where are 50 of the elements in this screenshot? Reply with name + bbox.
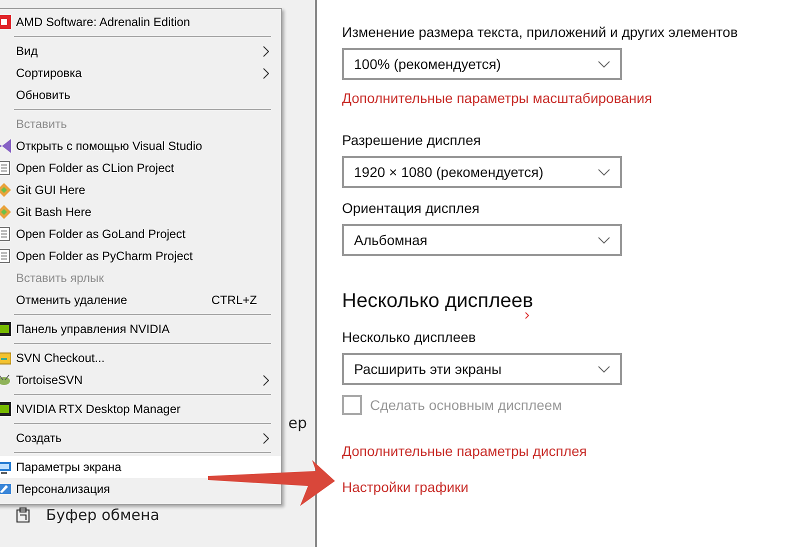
dropdown[interactable]: Расширить эти экраны: [342, 353, 622, 385]
menu-item[interactable]: Open Folder as PyCharm Project: [0, 245, 281, 267]
menu-item[interactable]: Open Folder as CLion Project: [0, 157, 281, 179]
monitor-icon: [0, 460, 11, 474]
menu-item[interactable]: Персонализация: [0, 478, 281, 500]
field-label: Изменение размера текста, приложений и других элементов: [342, 24, 739, 40]
clipboard-icon: [16, 507, 30, 523]
monitor-icon: [0, 482, 11, 496]
chevron-right-icon: [525, 312, 530, 319]
ribbon-icon: [0, 139, 11, 153]
settings-link[interactable]: Настройки графики: [342, 479, 468, 495]
menu-item[interactable]: Git Bash Here: [0, 201, 281, 223]
field-label: Ориентация дисплея: [342, 200, 480, 216]
menu-item[interactable]: SVN Checkout...: [0, 347, 281, 369]
diamond-icon: [0, 205, 11, 219]
settings-link[interactable]: Дополнительные параметры масштабирования: [342, 90, 652, 106]
document-icon: [0, 161, 10, 175]
diamond-icon: [0, 183, 11, 197]
sidebar-item[interactable]: Буфер обмена: [16, 506, 315, 524]
dropdown[interactable]: Альбомная: [342, 224, 622, 256]
menu-item[interactable]: Создать: [0, 427, 281, 449]
menu-item[interactable]: Обновить: [0, 84, 281, 106]
sidebar-item[interactable]: ер: [288, 414, 307, 432]
section-heading: Несколько дисплеев: [342, 290, 534, 313]
menu-item[interactable]: AMD Software: Adrenalin Edition: [0, 11, 281, 33]
chevron-down-icon: [598, 168, 610, 176]
chevron-down-icon: [598, 236, 610, 244]
dropdown[interactable]: 1920 × 1080 (рекомендуется): [342, 156, 622, 188]
field-label: Несколько дисплеев: [342, 329, 477, 345]
dropdown[interactable]: 100% (рекомендуется): [342, 48, 622, 80]
menu-item[interactable]: Панель управления NVIDIA: [0, 318, 281, 340]
square-icon: [0, 322, 11, 336]
menu-item[interactable]: Открыть с помощью Visual Studio: [0, 135, 281, 157]
chevron-down-icon: [598, 366, 610, 372]
menu-item[interactable]: Сортировка: [0, 62, 281, 84]
chevron-down-icon: [598, 60, 610, 68]
menu-item[interactable]: Параметры экрана: [0, 456, 281, 478]
menu-item[interactable]: NVIDIA RTX Desktop Manager: [0, 398, 281, 420]
square-icon: [0, 402, 11, 416]
folder-icon: [0, 351, 11, 365]
document-icon: [0, 249, 10, 263]
menu-item[interactable]: Отменить удаление CTRL+Z: [0, 289, 281, 311]
menu-item[interactable]: Вид: [0, 40, 281, 62]
document-icon: [0, 227, 10, 241]
settings-link[interactable]: Дополнительные параметры дисплея: [342, 443, 587, 459]
menu-item[interactable]: Git GUI Here: [0, 179, 281, 201]
menu-item[interactable]: TortoiseSVN: [0, 369, 281, 391]
field-label: Разрешение дисплея: [342, 132, 482, 148]
menu-item[interactable]: Open Folder as GoLand Project: [0, 223, 281, 245]
checkbox-label: Сделать основным дисплеем: [370, 397, 562, 413]
